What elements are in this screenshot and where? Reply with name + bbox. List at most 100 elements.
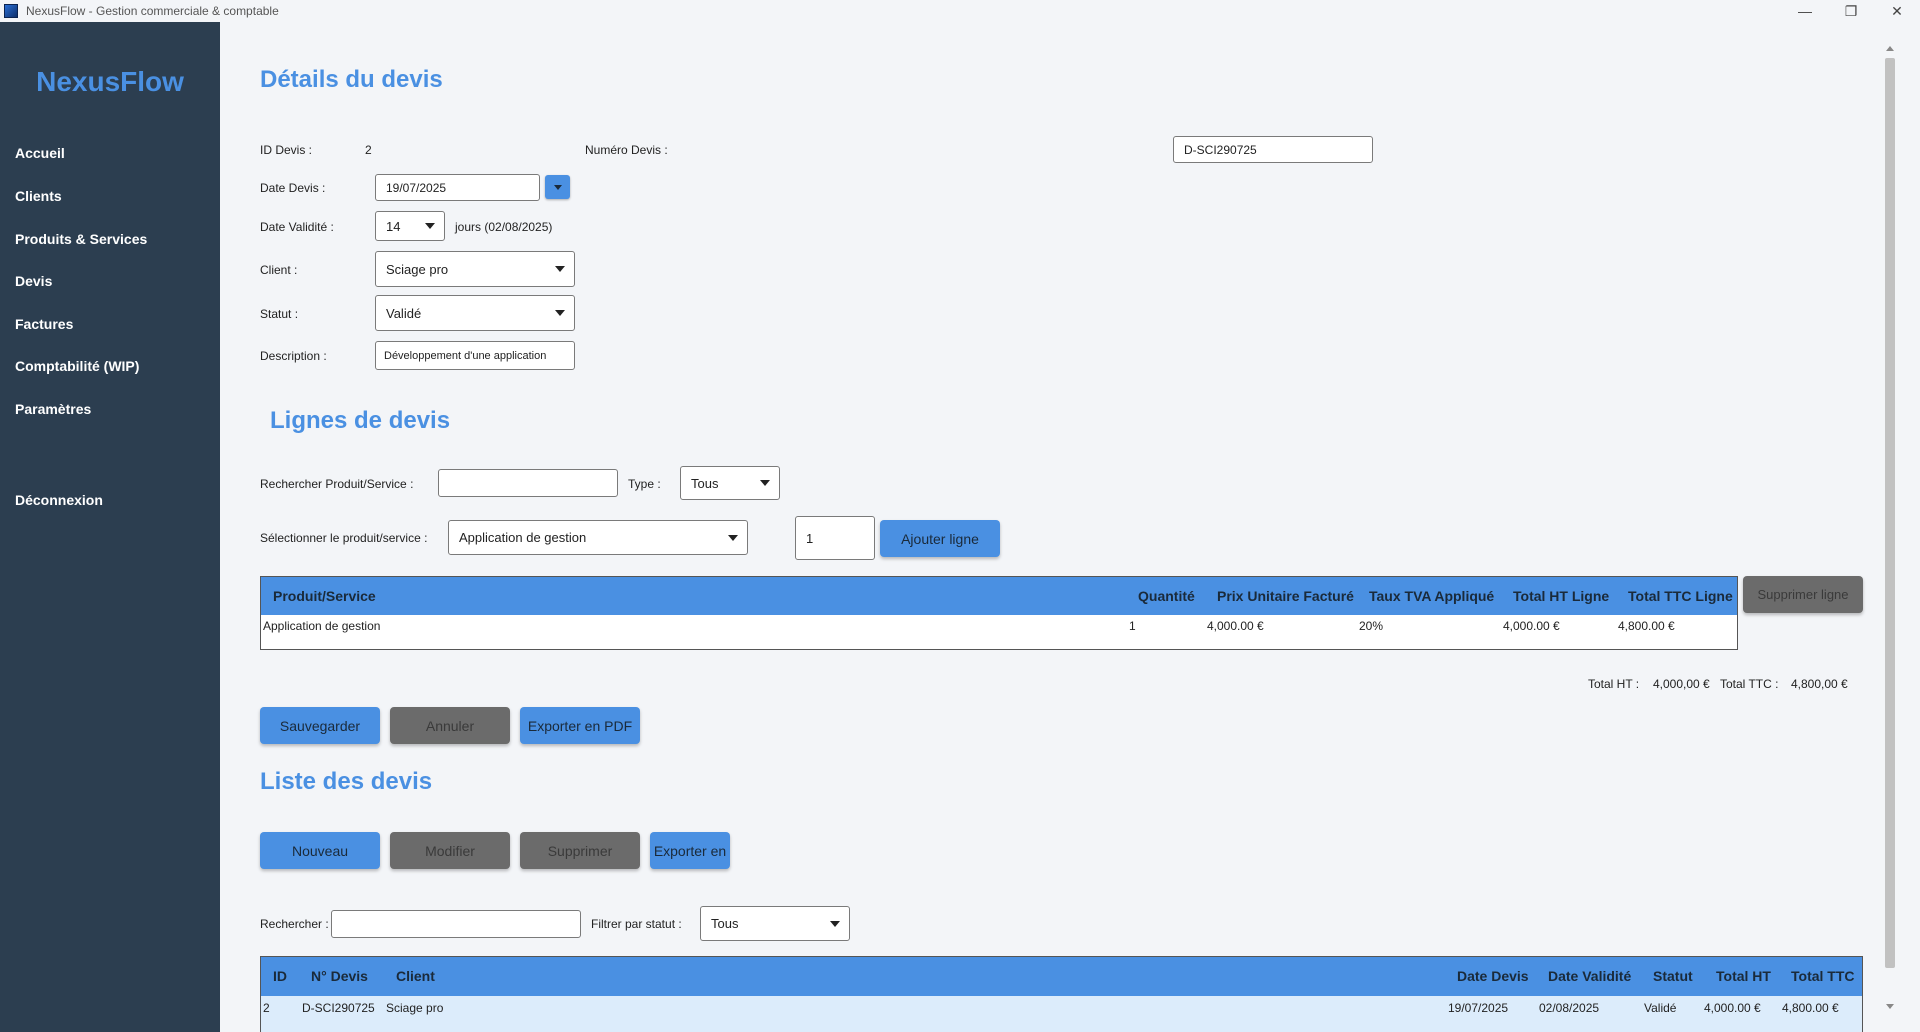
cancel-button[interactable]: Annuler (390, 707, 510, 744)
sidebar-item-devis[interactable]: Devis (15, 273, 52, 289)
save-button[interactable]: Sauvegarder (260, 707, 380, 744)
vertical-scrollbar[interactable] (1882, 40, 1898, 1015)
description-label: Description : (260, 349, 327, 363)
client-label: Client : (260, 263, 298, 277)
type-label: Type : (628, 477, 661, 491)
validite-days-select[interactable]: 14 (375, 211, 445, 241)
chevron-down-icon (553, 185, 562, 190)
id-devis-value: 2 (365, 143, 372, 157)
sidebar-item-comptabilite[interactable]: Comptabilité (WIP) (15, 358, 139, 374)
col-total-ttc: Total TTC Ligne (1628, 588, 1733, 604)
window-titlebar: NexusFlow - Gestion commerciale & compta… (0, 0, 1920, 22)
validite-suffix: jours (02/08/2025) (455, 220, 553, 234)
col-total-ttc: Total TTC (1791, 968, 1855, 984)
col-id: ID (273, 968, 287, 984)
cell-validite: 02/08/2025 (1539, 1001, 1600, 1015)
select-product-label: Sélectionner le produit/service : (260, 531, 428, 545)
cell-total-ht: 4,000.00 € (1503, 619, 1560, 633)
sidebar-item-parametres[interactable]: Paramètres (15, 401, 91, 417)
scroll-thumb[interactable] (1885, 58, 1895, 968)
scroll-up-icon[interactable] (1886, 46, 1894, 51)
cell-quantite: 1 (1129, 619, 1136, 633)
scroll-down-icon[interactable] (1886, 1004, 1894, 1009)
total-ttc-value: 4,800,00 € (1791, 677, 1848, 691)
cell-tva: 20% (1359, 619, 1384, 633)
brand-logo: NexusFlow (36, 66, 184, 97)
col-total-ht: Total HT (1716, 968, 1771, 984)
type-select[interactable]: Tous (680, 466, 780, 500)
total-ht-label: Total HT : (1588, 677, 1640, 691)
list-search-input[interactable] (331, 910, 581, 938)
numero-devis-input[interactable]: D-SCI290725 (1173, 136, 1373, 163)
statut-select[interactable]: Validé (375, 295, 575, 331)
chevron-down-icon (760, 480, 770, 486)
section-title-details: Détails du devis (260, 66, 443, 93)
delete-line-button[interactable]: Supprimer ligne (1743, 576, 1863, 613)
filter-statut-value: Tous (711, 916, 739, 931)
close-icon[interactable]: ✕ (1874, 0, 1920, 22)
new-button[interactable]: Nouveau (260, 832, 380, 869)
sidebar-item-produits[interactable]: Produits & Services (15, 231, 147, 247)
window-title: NexusFlow - Gestion commerciale & compta… (26, 4, 279, 18)
quantity-input[interactable]: 1 (795, 516, 875, 560)
search-product-input[interactable] (438, 469, 618, 497)
validite-days-value: 14 (386, 218, 401, 234)
chevron-down-icon (555, 310, 565, 316)
total-ht-value: 4,000,00 € (1653, 677, 1710, 691)
cell-prix: 4,000.00 € (1207, 619, 1264, 633)
main-content: Détails du devis ID Devis : 2 Numéro Dev… (220, 22, 1920, 1032)
col-statut: Statut (1653, 968, 1693, 984)
edit-button[interactable]: Modifier (390, 832, 510, 869)
col-tva: Taux TVA Appliqué (1369, 588, 1495, 604)
col-date: Date Devis (1457, 968, 1529, 984)
cell-total-ht: 4,000.00 € (1704, 1001, 1761, 1015)
sidebar-item-accueil[interactable]: Accueil (15, 145, 65, 161)
export-pdf-button[interactable]: Exporter en PDF (520, 707, 640, 744)
product-select[interactable]: Application de gestion (448, 520, 748, 555)
cell-statut: Validé (1644, 1001, 1677, 1015)
cell-date: 19/07/2025 (1448, 1001, 1509, 1015)
list-search-label: Rechercher : (260, 917, 329, 931)
cell-numero: D-SCI290725 (302, 1001, 375, 1015)
add-line-button[interactable]: Ajouter ligne (880, 520, 1000, 557)
chevron-down-icon (425, 223, 435, 229)
description-input[interactable]: Développement d'une application (375, 341, 575, 370)
export-list-button[interactable]: Exporter en (650, 832, 730, 869)
client-select[interactable]: Sciage pro (375, 251, 575, 287)
table-row[interactable]: 2 D-SCI290725 Sciage pro 19/07/2025 02/0… (261, 996, 1862, 1032)
delete-button[interactable]: Supprimer (520, 832, 640, 869)
sidebar-item-deconnexion[interactable]: Déconnexion (15, 492, 103, 508)
chevron-down-icon (555, 266, 565, 272)
cell-total-ttc: 4,800.00 € (1782, 1001, 1839, 1015)
col-validite: Date Validité (1548, 968, 1632, 984)
col-numero: N° Devis (311, 968, 368, 984)
type-value: Tous (691, 475, 719, 491)
minimize-icon[interactable]: — (1782, 0, 1828, 22)
chevron-down-icon (728, 534, 738, 541)
cell-client: Sciage pro (386, 1001, 444, 1015)
col-total-ht: Total HT Ligne (1513, 588, 1610, 604)
search-product-label: Rechercher Produit/Service : (260, 477, 414, 491)
chevron-down-icon (830, 920, 840, 927)
client-value: Sciage pro (386, 261, 449, 277)
col-client: Client (396, 968, 435, 984)
col-prix: Prix Unitaire Facturé (1217, 588, 1354, 604)
sidebar: NexusFlow Accueil Clients Produits & Ser… (0, 22, 220, 1032)
date-devis-label: Date Devis : (260, 181, 326, 195)
sidebar-item-clients[interactable]: Clients (15, 188, 62, 204)
date-devis-input[interactable]: 19/07/2025 (375, 174, 540, 201)
statut-label: Statut : (260, 307, 299, 321)
col-quantite: Quantité (1138, 588, 1195, 604)
section-title-lignes: Lignes de devis (270, 407, 451, 434)
total-ttc-label: Total TTC : (1720, 677, 1779, 691)
sidebar-item-factures[interactable]: Factures (15, 316, 73, 332)
lines-table: Produit/Service Quantité Prix Unitaire F… (260, 576, 1738, 650)
date-picker-button[interactable] (545, 175, 570, 199)
maximize-icon[interactable]: ❐ (1828, 0, 1874, 22)
statut-value: Validé (386, 305, 422, 321)
window-controls: — ❐ ✕ (1782, 0, 1920, 22)
lines-table-header: Produit/Service Quantité Prix Unitaire F… (261, 577, 1737, 615)
col-produit: Produit/Service (273, 588, 376, 604)
filter-statut-select[interactable]: Tous (700, 906, 850, 941)
section-title-liste: Liste des devis (260, 768, 433, 795)
